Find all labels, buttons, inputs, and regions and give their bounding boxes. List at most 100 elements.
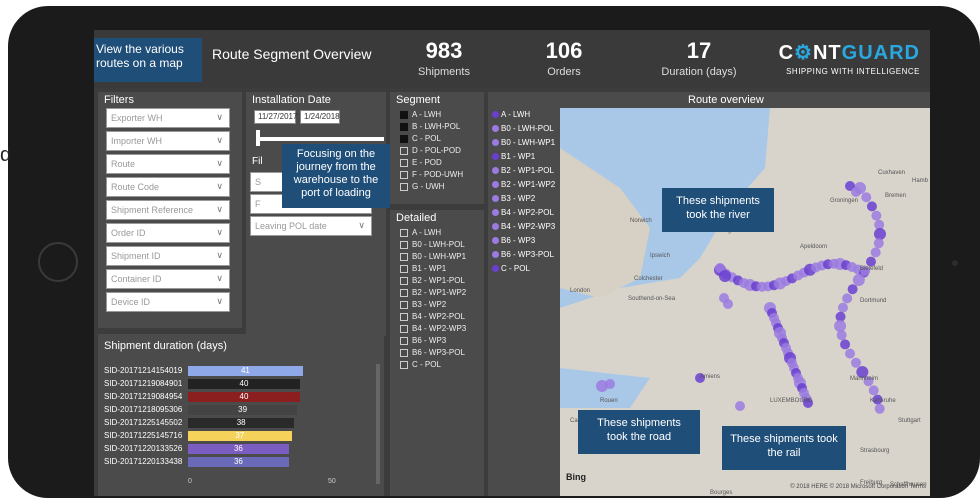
legend-item[interactable]: B3 - WP2 xyxy=(492,194,535,203)
legend-item[interactable]: B4 - WP2-WP3 xyxy=(492,222,555,231)
segment-option[interactable]: C - POL xyxy=(400,134,441,143)
bar[interactable]: 38 xyxy=(188,418,295,428)
filter-route[interactable]: Route ∨ xyxy=(106,154,230,174)
filter-route-code[interactable]: Route Code ∨ xyxy=(106,177,230,197)
bar[interactable]: 39 xyxy=(188,405,298,415)
route-point[interactable] xyxy=(873,238,884,249)
date-to-input[interactable]: 1/24/2018 xyxy=(300,110,340,124)
filter-exporter-wh[interactable]: Exporter WH ∨ xyxy=(106,108,230,128)
route-point[interactable] xyxy=(861,192,872,203)
detailed-option[interactable]: B4 - WP2-WP3 xyxy=(400,324,466,333)
filter-shipment-id[interactable]: Shipment ID ∨ xyxy=(106,246,230,266)
filter-leaving-pol[interactable]: Leaving POL date ∨ xyxy=(250,216,372,236)
checkbox[interactable] xyxy=(400,158,408,167)
bar[interactable]: 37 xyxy=(188,431,292,441)
checkbox[interactable] xyxy=(400,324,408,333)
checkbox[interactable] xyxy=(400,170,408,179)
legend-item[interactable]: A - LWH xyxy=(492,110,530,119)
segment-option[interactable]: G - UWH xyxy=(400,182,444,191)
checkbox[interactable] xyxy=(400,348,408,357)
checkbox[interactable] xyxy=(400,264,408,273)
legend-item[interactable]: B2 - WP1-POL xyxy=(492,166,554,175)
detailed-option[interactable]: C - POL xyxy=(400,360,441,369)
segment-option[interactable]: D - POL-POD xyxy=(400,146,461,155)
detailed-option[interactable]: B4 - WP2-POL xyxy=(400,312,465,321)
detailed-option[interactable]: B6 - WP3-POL xyxy=(400,348,465,357)
route-point[interactable] xyxy=(845,348,856,359)
checkbox[interactable] xyxy=(400,252,408,261)
checkbox[interactable] xyxy=(400,288,408,297)
route-point[interactable] xyxy=(850,357,861,368)
bar[interactable]: 41 xyxy=(188,366,303,376)
route-point[interactable] xyxy=(874,403,885,414)
installation-date-panel: Installation Date 11/27/2017 1/24/2018 F… xyxy=(246,92,386,336)
bar[interactable]: 36 xyxy=(188,457,289,467)
checkbox[interactable] xyxy=(400,134,408,143)
checkbox[interactable] xyxy=(400,228,408,237)
filter-order-id[interactable]: Order ID ∨ xyxy=(106,223,230,243)
date-slider-track[interactable] xyxy=(256,137,384,141)
detailed-option[interactable]: B3 - WP2 xyxy=(400,300,446,309)
home-button[interactable] xyxy=(38,242,78,282)
route-point[interactable] xyxy=(847,284,858,295)
legend-item[interactable]: B6 - WP3-POL xyxy=(492,250,554,259)
checkbox[interactable] xyxy=(400,146,408,155)
legend-item[interactable]: B2 - WP1-WP2 xyxy=(492,180,555,189)
detailed-option[interactable]: B1 - WP1 xyxy=(400,264,446,273)
filter-device-id[interactable]: Device ID ∨ xyxy=(106,292,230,312)
route-point[interactable] xyxy=(870,247,881,258)
place-label: Mannheim xyxy=(850,376,879,382)
checkbox[interactable] xyxy=(400,182,408,191)
route-point[interactable] xyxy=(868,385,879,396)
route-point[interactable] xyxy=(719,270,731,282)
legend-item[interactable]: C - POL xyxy=(492,264,530,273)
detailed-option[interactable]: B2 - WP1-WP2 xyxy=(400,288,466,297)
detailed-option[interactable]: B0 - LWH-POL xyxy=(400,240,465,249)
checkbox[interactable] xyxy=(400,336,408,345)
checkbox[interactable] xyxy=(400,276,408,285)
route-point[interactable] xyxy=(842,293,853,304)
bar[interactable]: 40 xyxy=(188,392,300,402)
detailed-option[interactable]: B2 - WP1-POL xyxy=(400,276,465,285)
filter-shipment-reference[interactable]: Shipment Reference ∨ xyxy=(106,200,230,220)
segment-option[interactable]: E - POD xyxy=(400,158,442,167)
route-point[interactable] xyxy=(837,302,848,313)
route-point[interactable] xyxy=(836,330,847,341)
legend-item[interactable]: B0 - LWH-POL xyxy=(492,124,554,133)
legend-item[interactable]: B1 - WP1 xyxy=(492,152,535,161)
detailed-option[interactable]: B0 - LWH-WP1 xyxy=(400,252,466,261)
route-point[interactable] xyxy=(873,228,886,240)
route-point[interactable] xyxy=(735,401,745,411)
filter-importer-wh[interactable]: Importer WH ∨ xyxy=(106,131,230,151)
route-point[interactable] xyxy=(605,379,615,389)
chart-scrollbar[interactable] xyxy=(376,364,380,484)
route-point[interactable] xyxy=(871,210,882,221)
bar-category-label: SID-20171220133438 xyxy=(104,457,183,466)
checkbox[interactable] xyxy=(400,240,408,249)
segment-option[interactable]: A - LWH xyxy=(400,110,441,119)
checkbox[interactable] xyxy=(400,122,408,131)
segment-option[interactable]: B - LWH-POL xyxy=(400,122,460,131)
detailed-option[interactable]: A - LWH xyxy=(400,228,441,237)
legend-item[interactable]: B6 - WP3 xyxy=(492,236,535,245)
bar[interactable]: 36 xyxy=(188,444,289,454)
segment-option[interactable]: F - POD-UWH xyxy=(400,170,463,179)
bar[interactable]: 40 xyxy=(188,379,300,389)
route-point[interactable] xyxy=(851,187,861,197)
route-point[interactable] xyxy=(723,299,733,309)
date-from-input[interactable]: 11/27/2017 xyxy=(254,110,297,124)
route-point[interactable] xyxy=(840,339,851,350)
checkbox[interactable] xyxy=(400,300,408,309)
filter-container-id[interactable]: Container ID ∨ xyxy=(106,269,230,289)
checkbox[interactable] xyxy=(400,110,408,119)
route-point[interactable] xyxy=(866,201,877,212)
route-point[interactable] xyxy=(852,274,865,286)
legend-dot xyxy=(492,111,499,119)
date-slider-start-handle[interactable] xyxy=(256,130,260,146)
detailed-option[interactable]: B6 - WP3 xyxy=(400,336,446,345)
legend-item[interactable]: B0 - LWH-WP1 xyxy=(492,138,555,147)
route-point[interactable] xyxy=(834,320,847,332)
checkbox[interactable] xyxy=(400,360,408,369)
checkbox[interactable] xyxy=(400,312,408,321)
legend-item[interactable]: B4 - WP2-POL xyxy=(492,208,554,217)
